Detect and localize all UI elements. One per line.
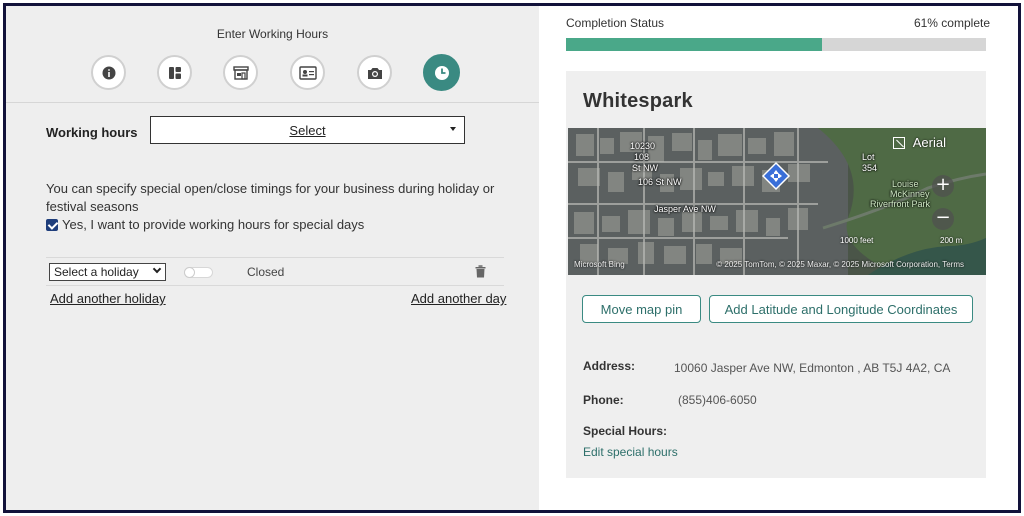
business-card: Whitespark 10230 108 St NW 106 St NW Jas…	[566, 71, 986, 478]
toggle-knob	[184, 267, 195, 278]
move-map-pin-button[interactable]: Move map pin	[582, 295, 701, 323]
special-days-description: You can specify special open/close timin…	[46, 181, 495, 214]
dropdown-arrow-icon	[450, 127, 456, 131]
holiday-select-value: Select a holiday	[54, 265, 139, 279]
closed-label: Closed	[247, 265, 285, 279]
completion-percent: 61% complete	[913, 16, 990, 30]
steps-title: Enter Working Hours	[216, 27, 329, 41]
step-info-button[interactable]	[91, 55, 126, 90]
camera-icon	[367, 67, 382, 79]
address-value: 10060 Jasper Ave NW, Edmonton , AB T5J 4…	[674, 361, 951, 375]
special-hours-label: Special Hours:	[583, 424, 668, 438]
zoom-out-button[interactable]: −	[932, 208, 954, 230]
map-label: Louise	[892, 179, 919, 189]
working-hours-label: Working hours	[46, 125, 138, 140]
delete-holiday-button[interactable]	[475, 265, 486, 283]
map-provider-logo: Microsoft Bing	[574, 260, 625, 269]
special-days-checkbox-label: Yes, I want to provide working hours for…	[62, 217, 365, 232]
map-label: Lot	[862, 152, 875, 162]
add-another-holiday-link[interactable]: Add another holiday	[50, 291, 166, 306]
map-view[interactable]: 10230 108 St NW 106 St NW Jasper Ave NW …	[568, 128, 986, 275]
business-name: Whitespark	[583, 90, 693, 112]
special-days-checkbox[interactable]	[46, 218, 58, 231]
divider	[6, 102, 539, 103]
map-label: Riverfront Park	[870, 199, 931, 209]
holiday-row: Select a holiday Closed	[46, 257, 504, 286]
edit-special-hours-link[interactable]: Edit special hours	[583, 445, 678, 459]
completion-progress-fill	[566, 38, 823, 51]
working-hours-panel: Enter Working Hours Working hours Select…	[6, 6, 539, 510]
contact-card-icon	[298, 65, 317, 80]
phone-value: (855)406-6050	[678, 393, 757, 407]
step-categories-button[interactable]	[157, 55, 192, 90]
special-days-checkbox-row[interactable]: Yes, I want to provide working hours for…	[46, 217, 364, 232]
closed-toggle[interactable]	[184, 267, 213, 278]
map-label: St NW	[632, 163, 658, 173]
map-label: 354	[862, 163, 878, 173]
step-contact-button[interactable]	[290, 55, 325, 90]
categories-icon	[168, 66, 181, 79]
map-credit[interactable]: © 2025 TomTom, © 2025 Maxar, © 2025 Micr…	[716, 260, 964, 269]
working-hours-select-value: Select	[289, 122, 326, 138]
map-label: 10230	[630, 141, 656, 151]
address-label: Address:	[583, 359, 636, 373]
map-scale-meters: 200 m	[940, 236, 963, 245]
clock-icon	[434, 65, 449, 80]
add-another-day-link[interactable]: Add another day	[411, 291, 506, 306]
aerial-label: Aerial	[912, 135, 946, 150]
phone-label: Phone:	[583, 393, 624, 407]
step-storefront-button[interactable]	[223, 55, 258, 90]
chevron-down-icon	[152, 264, 162, 274]
completion-progress-bar	[566, 38, 986, 51]
trash-icon	[475, 265, 486, 278]
preview-panel: Completion Status 61% complete Whitespar…	[539, 6, 1018, 510]
working-hours-select[interactable]: Select	[150, 116, 465, 144]
step-hours-button[interactable]	[423, 54, 460, 91]
map-label: 108	[634, 152, 650, 162]
zoom-in-button[interactable]: +	[932, 175, 954, 197]
step-photos-button[interactable]	[357, 55, 392, 90]
completion-status-label: Completion Status	[566, 16, 665, 30]
storefront-icon	[232, 65, 249, 80]
holiday-select[interactable]: Select a holiday	[49, 263, 166, 281]
step-nav	[6, 54, 539, 93]
window-frame: Enter Working Hours Working hours Select…	[3, 3, 1021, 513]
add-lat-long-button[interactable]: Add Latitude and Longitude Coordinates	[709, 295, 973, 323]
map-label: Jasper Ave NW	[654, 204, 716, 214]
map-label: McKinney	[890, 189, 930, 199]
info-icon	[102, 66, 115, 79]
map-label: 106 St NW	[638, 177, 682, 187]
aerial-toggle-button[interactable]: Aerial	[892, 135, 946, 150]
map-scale-feet: 1000 feet	[840, 236, 874, 245]
aerial-layer-icon	[892, 136, 905, 149]
